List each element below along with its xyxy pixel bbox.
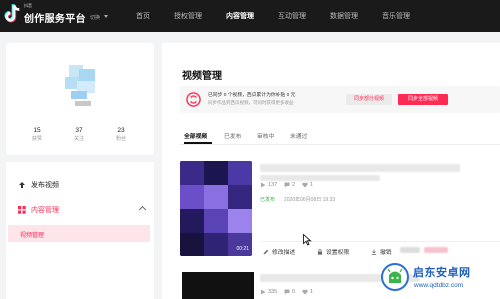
- avatar[interactable]: [61, 63, 101, 108]
- page-title: 视频管理: [182, 71, 222, 82]
- profile-card: 15 获赞 37 关注 23 粉丝: [6, 43, 154, 155]
- sidebar-item-video-management[interactable]: 视频管理: [8, 225, 150, 242]
- video-duration: 00:21: [236, 246, 249, 252]
- publish-date: 2020年06月08日 19:33: [284, 197, 336, 203]
- video-thumbnail[interactable]: [182, 272, 254, 299]
- watermark-logo-icon: [381, 263, 409, 291]
- revoke-icon: [371, 249, 377, 255]
- mouse-cursor-icon: [303, 234, 312, 246]
- like-count-value: 1: [310, 289, 314, 295]
- action-label: 撤销: [380, 250, 392, 256]
- action-label: 修改描述: [272, 250, 296, 256]
- edit-description-button[interactable]: 修改描述: [263, 247, 295, 256]
- chevron-down-icon[interactable]: [104, 15, 108, 18]
- sidebar-menu: 发布视频 内容管理 视频管理: [6, 162, 154, 299]
- tab-published[interactable]: 已发布: [224, 131, 241, 140]
- lock-icon: [318, 248, 322, 255]
- comment-count: 2: [284, 182, 295, 188]
- main-content: 视频管理 已同步 0 个视频，西瓜累计为你补贴 0 元 同步作品到西瓜视频，可同…: [162, 43, 500, 299]
- play-count-value: 137: [268, 182, 278, 188]
- nav-home[interactable]: 首页: [136, 11, 150, 21]
- stat-following: 37 关注: [64, 127, 94, 142]
- comment-icon: [284, 289, 290, 295]
- nav-interaction[interactable]: 互动管理: [278, 11, 306, 21]
- sync-partial-button[interactable]: 同步部分视频: [346, 94, 392, 105]
- tab-rejected[interactable]: 未通过: [290, 131, 307, 140]
- video-title-blurred: [260, 175, 380, 181]
- status-badge: 已发布: [260, 197, 276, 203]
- action-blurred: [424, 247, 448, 253]
- stat-value: 23: [117, 127, 125, 134]
- video-thumbnail-image: [180, 161, 252, 256]
- comment-count-value: 0: [292, 289, 296, 295]
- play-count-value: 335: [268, 289, 278, 295]
- brand-title[interactable]: 创作服务平台: [24, 10, 86, 25]
- sync-all-button[interactable]: 同步全部视频: [398, 94, 448, 105]
- sync-description: 同步作品到西瓜视频，可同时获得更多收益: [208, 100, 294, 105]
- sidebar-item-label: 发布视频: [31, 182, 59, 189]
- nav-data[interactable]: 数据管理: [330, 11, 358, 21]
- stat-followers: 23 粉丝: [106, 127, 136, 142]
- video-thumbnail[interactable]: 00:21: [180, 161, 252, 256]
- comment-count-value: 2: [292, 182, 296, 188]
- tab-all-videos[interactable]: 全部视频: [184, 131, 207, 140]
- stat-value: 15: [33, 127, 41, 134]
- play-count: 137: [260, 182, 277, 188]
- sidebar-item-label: 内容管理: [31, 207, 59, 214]
- stat-value: 37: [75, 127, 83, 134]
- tab-reviewing[interactable]: 审核中: [257, 131, 274, 140]
- sidebar-item-content[interactable]: 内容管理: [18, 205, 59, 215]
- edit-icon: [263, 249, 269, 254]
- nav-music[interactable]: 音乐管理: [382, 11, 410, 21]
- action-divider: [260, 241, 500, 242]
- xigua-sync-icon: [186, 92, 201, 107]
- heart-icon: [302, 182, 308, 188]
- set-permission-button[interactable]: 设置权限: [317, 247, 349, 256]
- watermark-url: www.qdtdbz.com: [414, 282, 464, 289]
- grid-icon: [18, 206, 26, 214]
- video-title-blurred: [260, 164, 460, 172]
- sidebar-subitem-label: 视频管理: [20, 233, 45, 239]
- comment-icon: [284, 182, 290, 188]
- upload-icon: [19, 182, 25, 188]
- play-count: 335: [260, 289, 277, 295]
- like-count-value: 1: [310, 182, 314, 188]
- comment-count: 0: [284, 289, 295, 295]
- action-blurred: [400, 247, 420, 253]
- action-label: 设置权限: [326, 250, 350, 256]
- nav-content[interactable]: 内容管理: [226, 11, 254, 21]
- stat-likes: 15 获赞: [22, 127, 52, 142]
- stat-label: 获赞: [31, 136, 42, 142]
- tab-divider: [180, 144, 500, 145]
- watermark-title: 启东安卓网: [413, 267, 471, 279]
- like-count: 1: [302, 182, 313, 188]
- sidebar-item-upload[interactable]: 发布视频: [18, 180, 59, 190]
- play-icon: [261, 182, 266, 188]
- like-count: 1: [302, 289, 313, 295]
- revoke-button[interactable]: 撤销: [371, 247, 392, 256]
- brand-subtitle: 抖音: [24, 3, 32, 8]
- xigua-sync-banner: 已同步 0 个视频，西瓜累计为你补贴 0 元 同步作品到西瓜视频，可同时获得更多…: [180, 86, 500, 113]
- sync-summary: 已同步 0 个视频，西瓜累计为你补贴 0 元: [208, 93, 296, 98]
- account-switch[interactable]: 切换: [90, 14, 100, 21]
- play-icon: [261, 289, 266, 295]
- stat-label: 粉丝: [115, 136, 126, 142]
- top-navigation-bar: 抖音 创作服务平台 切换 首页 授权管理 内容管理 互动管理 数据管理 音乐管理: [0, 0, 500, 32]
- douyin-logo-icon[interactable]: [4, 3, 22, 25]
- nav-authorization[interactable]: 授权管理: [174, 11, 202, 21]
- chevron-up-icon[interactable]: [138, 205, 147, 214]
- stat-label: 关注: [73, 136, 84, 142]
- heart-icon: [302, 289, 308, 295]
